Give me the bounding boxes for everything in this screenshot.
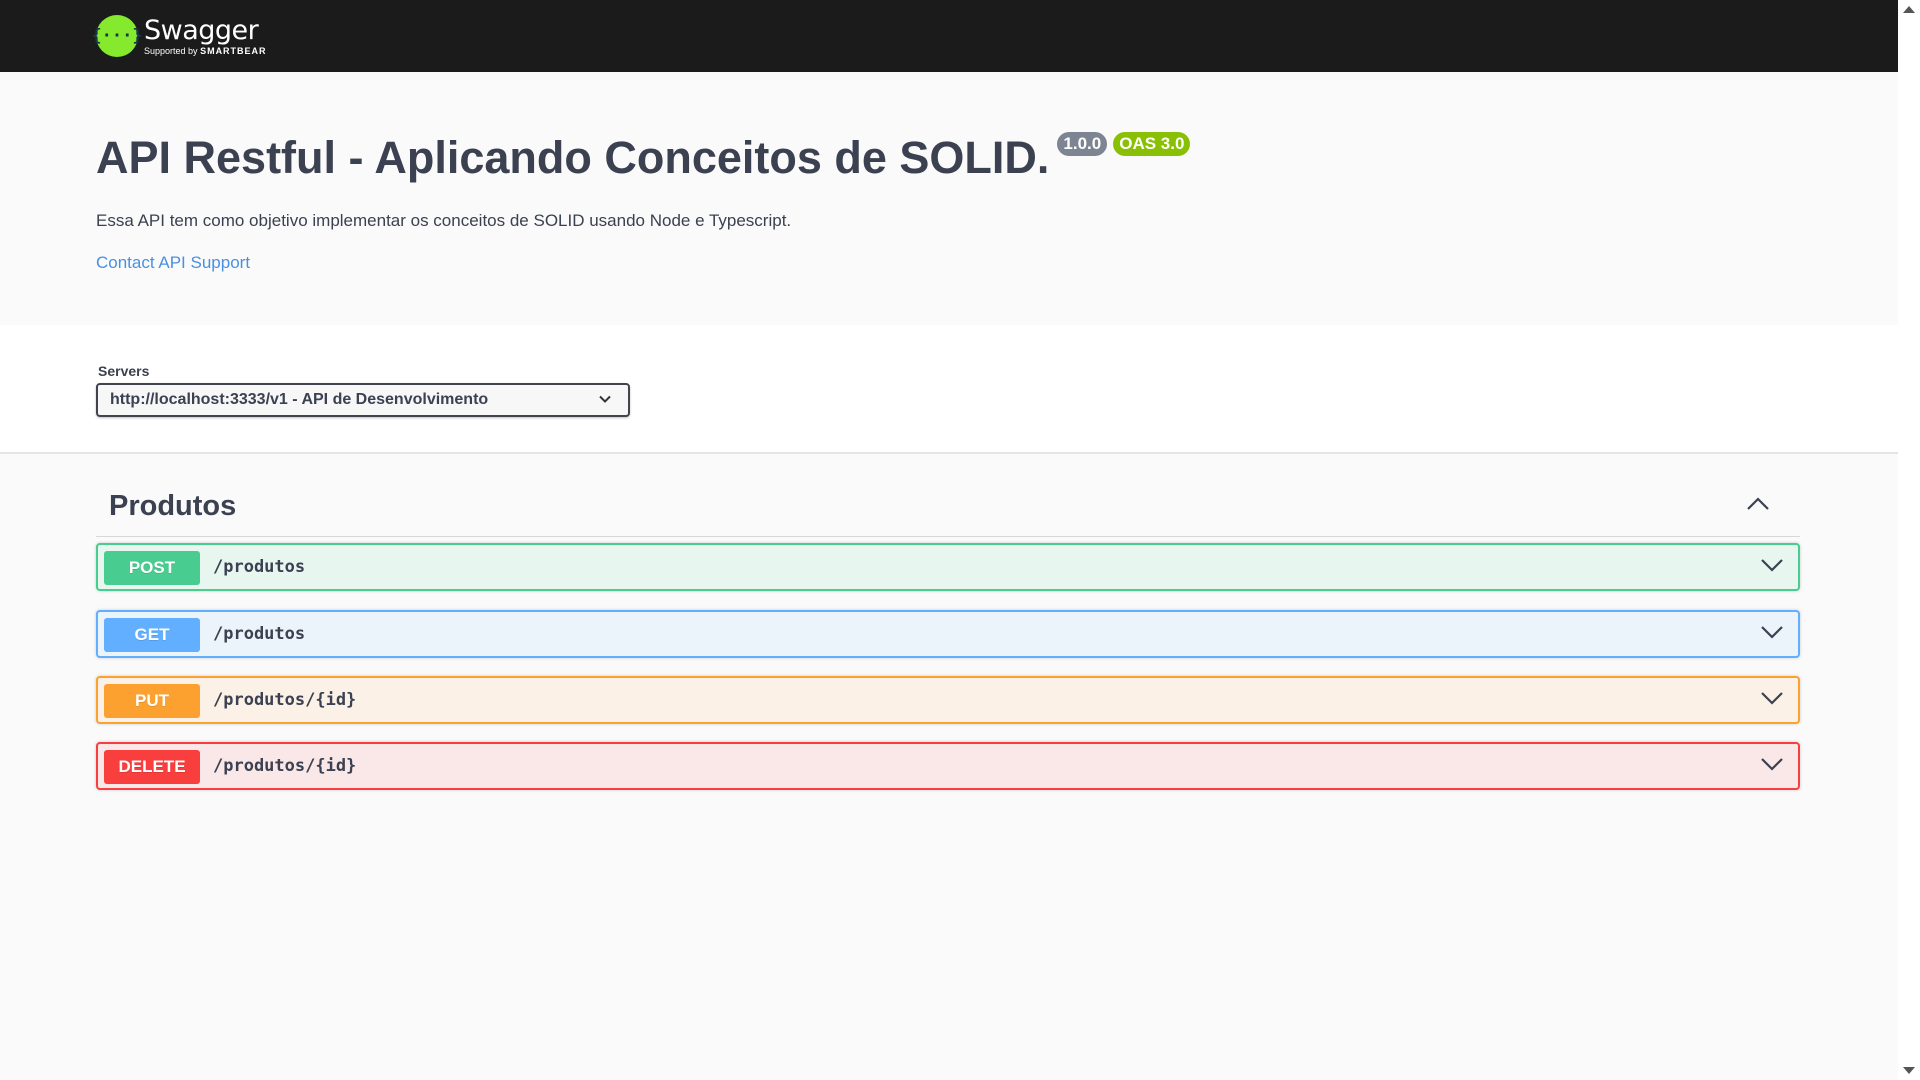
method-badge-post: POST: [104, 551, 200, 585]
api-info: API Restful - Aplicando Conceitos de SOL…: [96, 118, 1796, 273]
tag-title: Produtos: [109, 490, 237, 522]
operation-path: /produtos/{id}: [213, 690, 357, 710]
operation-path: /produtos/{id}: [213, 756, 357, 776]
servers-label: Servers: [98, 363, 150, 379]
servers-select[interactable]: http://localhost:3333/v1 - API de Desenv…: [96, 383, 630, 417]
method-badge-delete: DELETE: [104, 750, 200, 784]
topbar: {···} Swagger Supported by SMARTBEAR: [0, 0, 1898, 72]
operation-path: /produtos: [213, 624, 306, 644]
swagger-logo[interactable]: {···} Swagger Supported by SMARTBEAR: [91, 12, 267, 60]
contact-support-link[interactable]: Contact API Support: [96, 253, 250, 273]
logo-sub: Supported by SMARTBEAR: [144, 46, 267, 56]
operation-get-produtos[interactable]: GET /produtos: [96, 610, 1800, 658]
method-badge-get: GET: [104, 618, 200, 652]
vertical-scrollbar[interactable]: [1898, 0, 1920, 1080]
oas-badge: OAS 3.0: [1113, 132, 1191, 156]
page-title: API Restful - Aplicando Conceitos de SOL…: [96, 132, 1050, 183]
version-badge: 1.0.0: [1057, 132, 1108, 156]
chevron-down-icon[interactable]: [1760, 690, 1784, 711]
operation-path: /produtos: [213, 557, 306, 577]
scroll-down-arrow-icon[interactable]: [1903, 1067, 1915, 1074]
servers-section: Servers http://localhost:3333/v1 - API d…: [0, 325, 1898, 454]
chevron-down-icon[interactable]: [1760, 756, 1784, 777]
logo-name: Swagger: [144, 14, 259, 46]
chevron-up-icon[interactable]: [1746, 496, 1770, 517]
api-description: Essa API tem como objetivo implementar o…: [96, 211, 792, 230]
operation-put-produtos-id[interactable]: PUT /produtos/{id}: [96, 676, 1800, 724]
servers-selected-value: http://localhost:3333/v1 - API de Desenv…: [110, 391, 489, 408]
scroll-up-arrow-icon[interactable]: [1903, 6, 1915, 13]
chevron-down-icon[interactable]: [1760, 624, 1784, 645]
swagger-logo-icon: {···}: [91, 15, 143, 57]
logo-text: Swagger Supported by SMARTBEAR: [144, 14, 267, 56]
logo-sub-prefix: Supported by: [144, 45, 198, 56]
title-row: API Restful - Aplicando Conceitos de SOL…: [96, 118, 1796, 186]
logo-sub-brand: SMARTBEAR: [200, 45, 267, 56]
method-badge-put: PUT: [104, 684, 200, 718]
operation-post-produtos[interactable]: POST /produtos: [96, 543, 1800, 591]
tag-produtos-header[interactable]: Produtos: [96, 474, 1800, 537]
chevron-down-icon: [598, 392, 612, 411]
chevron-down-icon[interactable]: [1760, 557, 1784, 578]
operation-delete-produtos-id[interactable]: DELETE /produtos/{id}: [96, 742, 1800, 790]
